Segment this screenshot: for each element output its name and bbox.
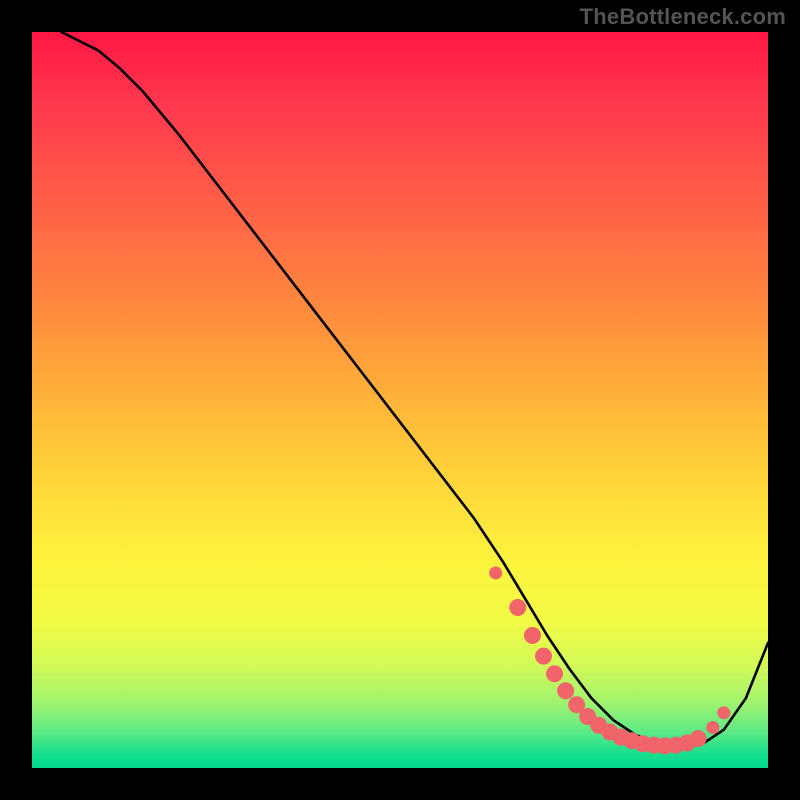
watermark-text: TheBottleneck.com bbox=[580, 4, 786, 30]
marker-dot bbox=[557, 682, 574, 699]
marker-dot bbox=[509, 599, 526, 616]
marker-dot bbox=[489, 566, 502, 579]
marker-dot bbox=[717, 706, 730, 719]
marker-dot bbox=[546, 665, 563, 682]
chart-stage: TheBottleneck.com bbox=[0, 0, 800, 800]
chart-overlay-svg bbox=[32, 32, 768, 768]
marker-dot bbox=[706, 721, 719, 734]
marker-dot bbox=[690, 730, 707, 747]
chart-marker-dots bbox=[489, 566, 730, 754]
chart-curve bbox=[61, 32, 768, 747]
marker-dot bbox=[524, 627, 541, 644]
marker-dot bbox=[535, 648, 552, 665]
